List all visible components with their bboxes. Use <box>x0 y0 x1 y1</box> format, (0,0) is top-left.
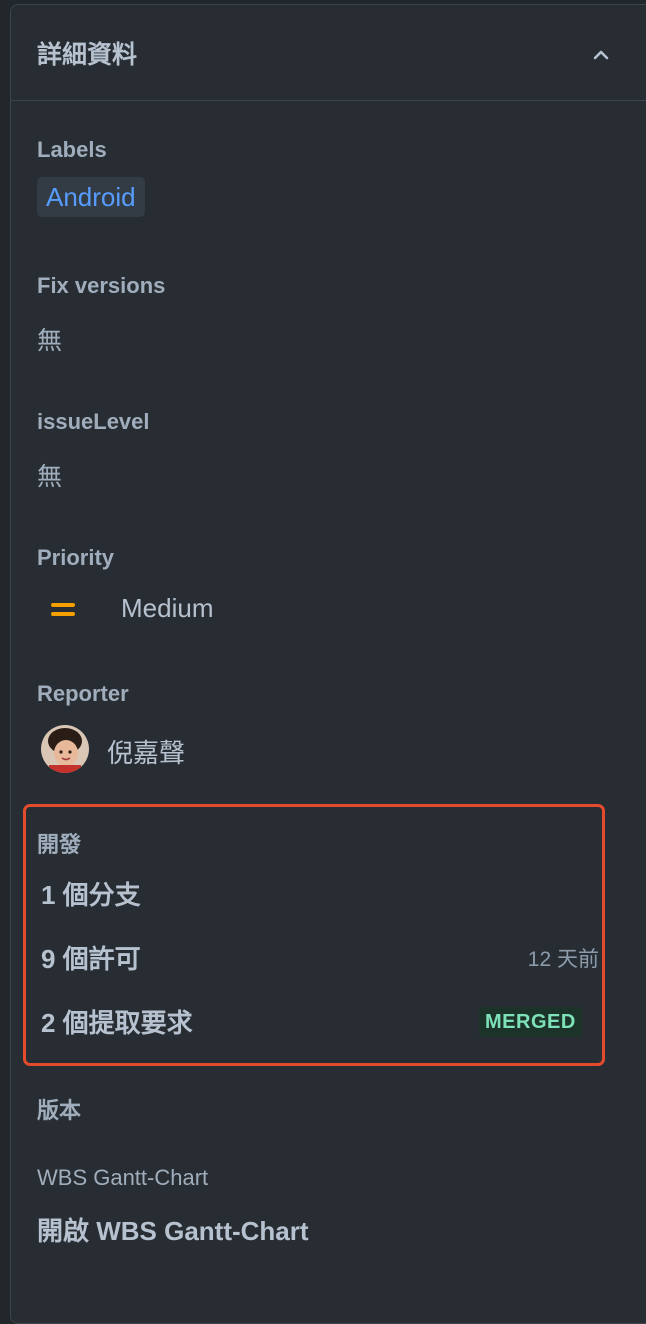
fix-versions-label: Fix versions <box>37 273 166 298</box>
commits-link[interactable]: 9 個許可 <box>41 939 141 976</box>
pull-requests-link[interactable]: 2 個提取要求 <box>41 1003 193 1040</box>
issue-level-value[interactable]: 無 <box>37 457 62 493</box>
issue-level-label: issueLevel <box>37 409 150 434</box>
reporter-label: Reporter <box>37 681 129 706</box>
development-title: 開發 <box>37 832 82 857</box>
open-wbs-gantt-link[interactable]: 開啟 WBS Gantt-Chart <box>37 1211 309 1248</box>
priority-medium-icon <box>51 599 75 619</box>
wbs-label: WBS Gantt-Chart <box>37 1165 209 1190</box>
priority-field[interactable]: Medium <box>51 593 213 624</box>
labels-label: Labels <box>37 137 107 162</box>
commits-time: 12 天前 <box>527 948 599 971</box>
details-title: 詳細資料 <box>37 41 138 69</box>
pr-status-badge: MERGED <box>479 1007 582 1037</box>
fix-versions-value[interactable]: 無 <box>37 321 62 357</box>
branches-link[interactable]: 1 個分支 <box>41 875 141 912</box>
reporter-avatar[interactable] <box>41 725 89 773</box>
label-tag-android[interactable]: Android <box>37 177 145 217</box>
collapse-button[interactable] <box>585 41 617 69</box>
reporter-name[interactable]: 倪嘉聲 <box>107 733 185 770</box>
priority-label: Priority <box>37 545 115 570</box>
details-panel: 詳細資料 Labels Android Fix versions 無 issue… <box>10 4 646 1324</box>
details-header[interactable]: 詳細資料 <box>11 5 646 101</box>
version-label: 版本 <box>37 1098 82 1123</box>
chevron-up-icon <box>593 50 609 60</box>
priority-value: Medium <box>121 593 214 623</box>
